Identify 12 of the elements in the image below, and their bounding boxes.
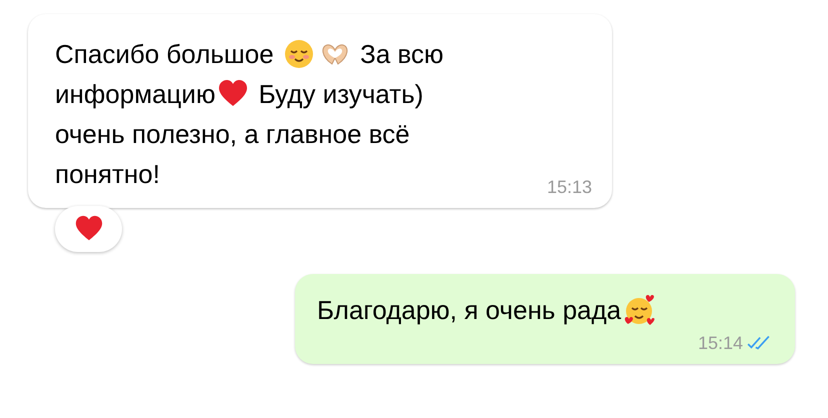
message-text: очень полезно, а главное всё [55, 118, 410, 151]
message-text: понятно! [55, 158, 160, 191]
message-text: Спасибо большое [55, 38, 275, 71]
message-text: Буду изучать) [258, 78, 424, 111]
reaction-pill[interactable] [55, 206, 122, 252]
message-text: За всю [359, 38, 444, 71]
smiling-face-hearts-icon [623, 294, 656, 326]
message-text: информацию [55, 78, 216, 111]
message-text: Благодарю, я очень рада [317, 294, 622, 327]
smiling-face-icon [282, 38, 315, 70]
message-time: 15:13 [546, 176, 592, 198]
message-time: 15:14 [698, 332, 743, 354]
